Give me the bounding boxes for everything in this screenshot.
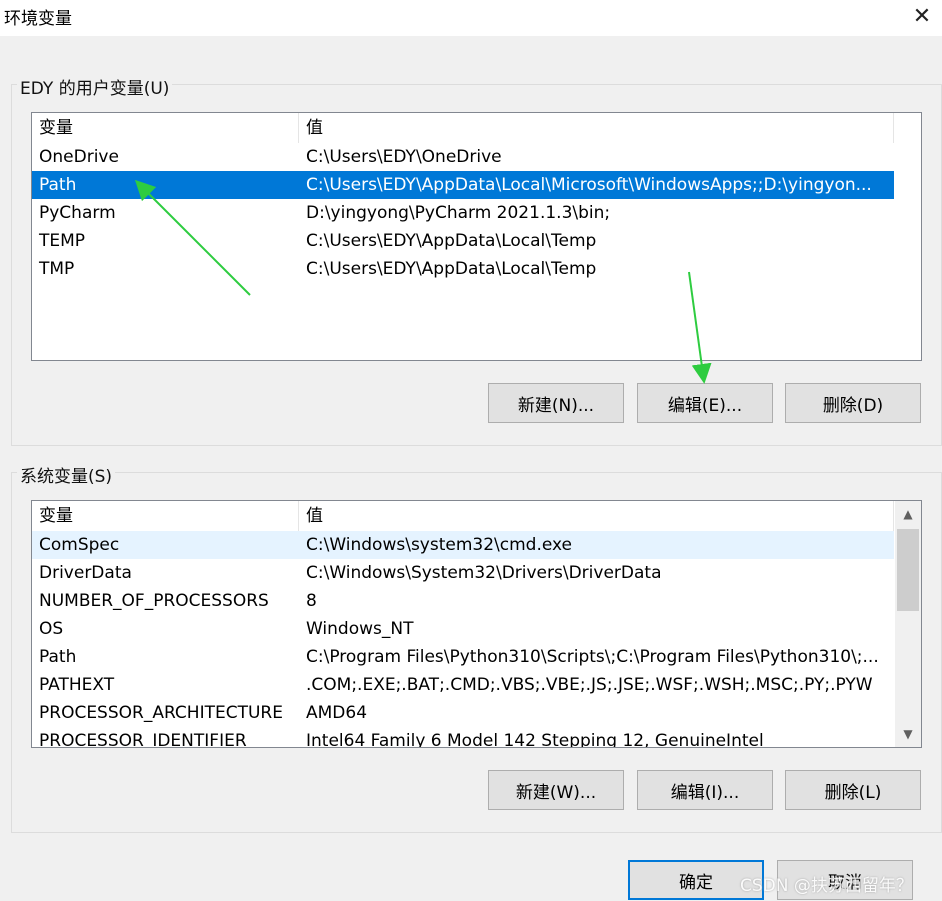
watermark-text: CSDN @扶苏西留年？ — [740, 876, 913, 896]
scroll-down-icon[interactable]: ▼ — [895, 723, 921, 745]
variable-name: PATHEXT — [39, 675, 115, 695]
list-row[interactable]: ComSpec C:\Windows\system32\cmd.exe — [32, 531, 894, 559]
variable-name: OneDrive — [39, 147, 119, 167]
variable-value: 8 — [306, 591, 317, 611]
variable-name: OS — [39, 619, 64, 639]
variable-value: AMD64 — [306, 703, 368, 723]
variable-name: ComSpec — [39, 535, 120, 555]
window-title: 环境变量 — [4, 9, 72, 29]
system-variables-header: 变量 值 — [32, 501, 894, 531]
system-delete-button[interactable]: 删除(L) — [785, 770, 921, 810]
variable-value: D:\yingyong\PyCharm 2021.1.3\bin; — [306, 203, 611, 223]
variable-name: DriverData — [39, 563, 132, 583]
variable-value: C:\Users\EDY\AppData\Local\Microsoft\Win… — [306, 175, 872, 195]
system-edit-button[interactable]: 编辑(I)... — [637, 770, 773, 810]
scroll-up-icon[interactable]: ▲ — [895, 503, 921, 525]
variable-value: C:\Users\EDY\AppData\Local\Temp — [306, 231, 597, 251]
variable-value: .COM;.EXE;.BAT;.CMD;.VBS;.VBE;.JS;.JSE;.… — [306, 675, 873, 695]
column-header-name[interactable]: 变量 — [32, 113, 299, 143]
list-row[interactable]: Path C:\Users\EDY\AppData\Local\Microsoft… — [32, 171, 894, 199]
system-variables-list[interactable]: 变量 值 ComSpec C:\Windows\system32\cmd.exe D… — [31, 500, 922, 748]
scrollbar-thumb[interactable] — [897, 529, 919, 611]
variable-value: C:\Program Files\Python310\Scripts\;C:\P… — [306, 647, 879, 667]
variable-name: NUMBER_OF_PROCESSORS — [39, 591, 269, 611]
user-variables-legend: EDY 的用户变量(U) — [17, 74, 173, 99]
close-icon[interactable]: ✕ — [902, 0, 942, 32]
list-row[interactable]: PATHEXT .COM;.EXE;.BAT;.CMD;.VBS;.VBE;.JS… — [32, 671, 894, 699]
column-header-value[interactable]: 值 — [299, 113, 894, 143]
variable-name: Path — [39, 175, 77, 195]
variable-value: Intel64 Family 6 Model 142 Stepping 12, … — [306, 731, 764, 748]
user-new-button[interactable]: 新建(N)... — [488, 383, 624, 423]
system-new-button[interactable]: 新建(W)... — [488, 770, 624, 810]
system-list-scrollbar[interactable]: ▲ ▼ — [895, 501, 921, 747]
variable-value: C:\Users\EDY\AppData\Local\Temp — [306, 259, 597, 279]
column-header-name[interactable]: 变量 — [32, 501, 299, 531]
list-row[interactable]: PROCESSOR_IDENTIFIER Intel64 Family 6 Mod… — [32, 727, 894, 748]
variable-name: TMP — [39, 259, 75, 279]
list-row[interactable]: OneDrive C:\Users\EDY\OneDrive — [32, 143, 894, 171]
list-row[interactable]: OS Windows_NT — [32, 615, 894, 643]
variable-value: Windows_NT — [306, 619, 414, 639]
list-row[interactable]: PROCESSOR_ARCHITECTURE AMD64 — [32, 699, 894, 727]
list-row[interactable]: DriverData C:\Windows\System32\Drivers\Dr… — [32, 559, 894, 587]
list-row[interactable]: TEMP C:\Users\EDY\AppData\Local\Temp — [32, 227, 894, 255]
variable-name: PROCESSOR_IDENTIFIER — [39, 731, 247, 748]
list-row[interactable]: Path C:\Program Files\Python310\Scripts\;… — [32, 643, 894, 671]
list-row[interactable]: NUMBER_OF_PROCESSORS 8 — [32, 587, 894, 615]
variable-value: C:\Windows\System32\Drivers\DriverData — [306, 563, 662, 583]
title-bar: 环境变量 ✕ — [0, 0, 942, 36]
variable-name: Path — [39, 647, 77, 667]
variable-value: C:\Users\EDY\OneDrive — [306, 147, 502, 167]
user-delete-button[interactable]: 删除(D) — [785, 383, 921, 423]
user-variables-list[interactable]: 变量 值 OneDrive C:\Users\EDY\OneDrive Path C:… — [31, 112, 922, 361]
variable-name: TEMP — [39, 231, 86, 251]
variable-name: PyCharm — [39, 203, 116, 223]
user-edit-button[interactable]: 编辑(E)... — [637, 383, 773, 423]
system-variables-legend: 系统变量(S) — [17, 462, 116, 487]
column-header-value[interactable]: 值 — [299, 501, 894, 531]
list-row[interactable]: PyCharm D:\yingyong\PyCharm 2021.1.3\bin; — [32, 199, 894, 227]
variable-name: PROCESSOR_ARCHITECTURE — [39, 703, 283, 723]
list-row[interactable]: TMP C:\Users\EDY\AppData\Local\Temp — [32, 255, 894, 283]
variable-value: C:\Windows\system32\cmd.exe — [306, 535, 573, 555]
user-variables-header: 变量 值 — [32, 113, 921, 143]
